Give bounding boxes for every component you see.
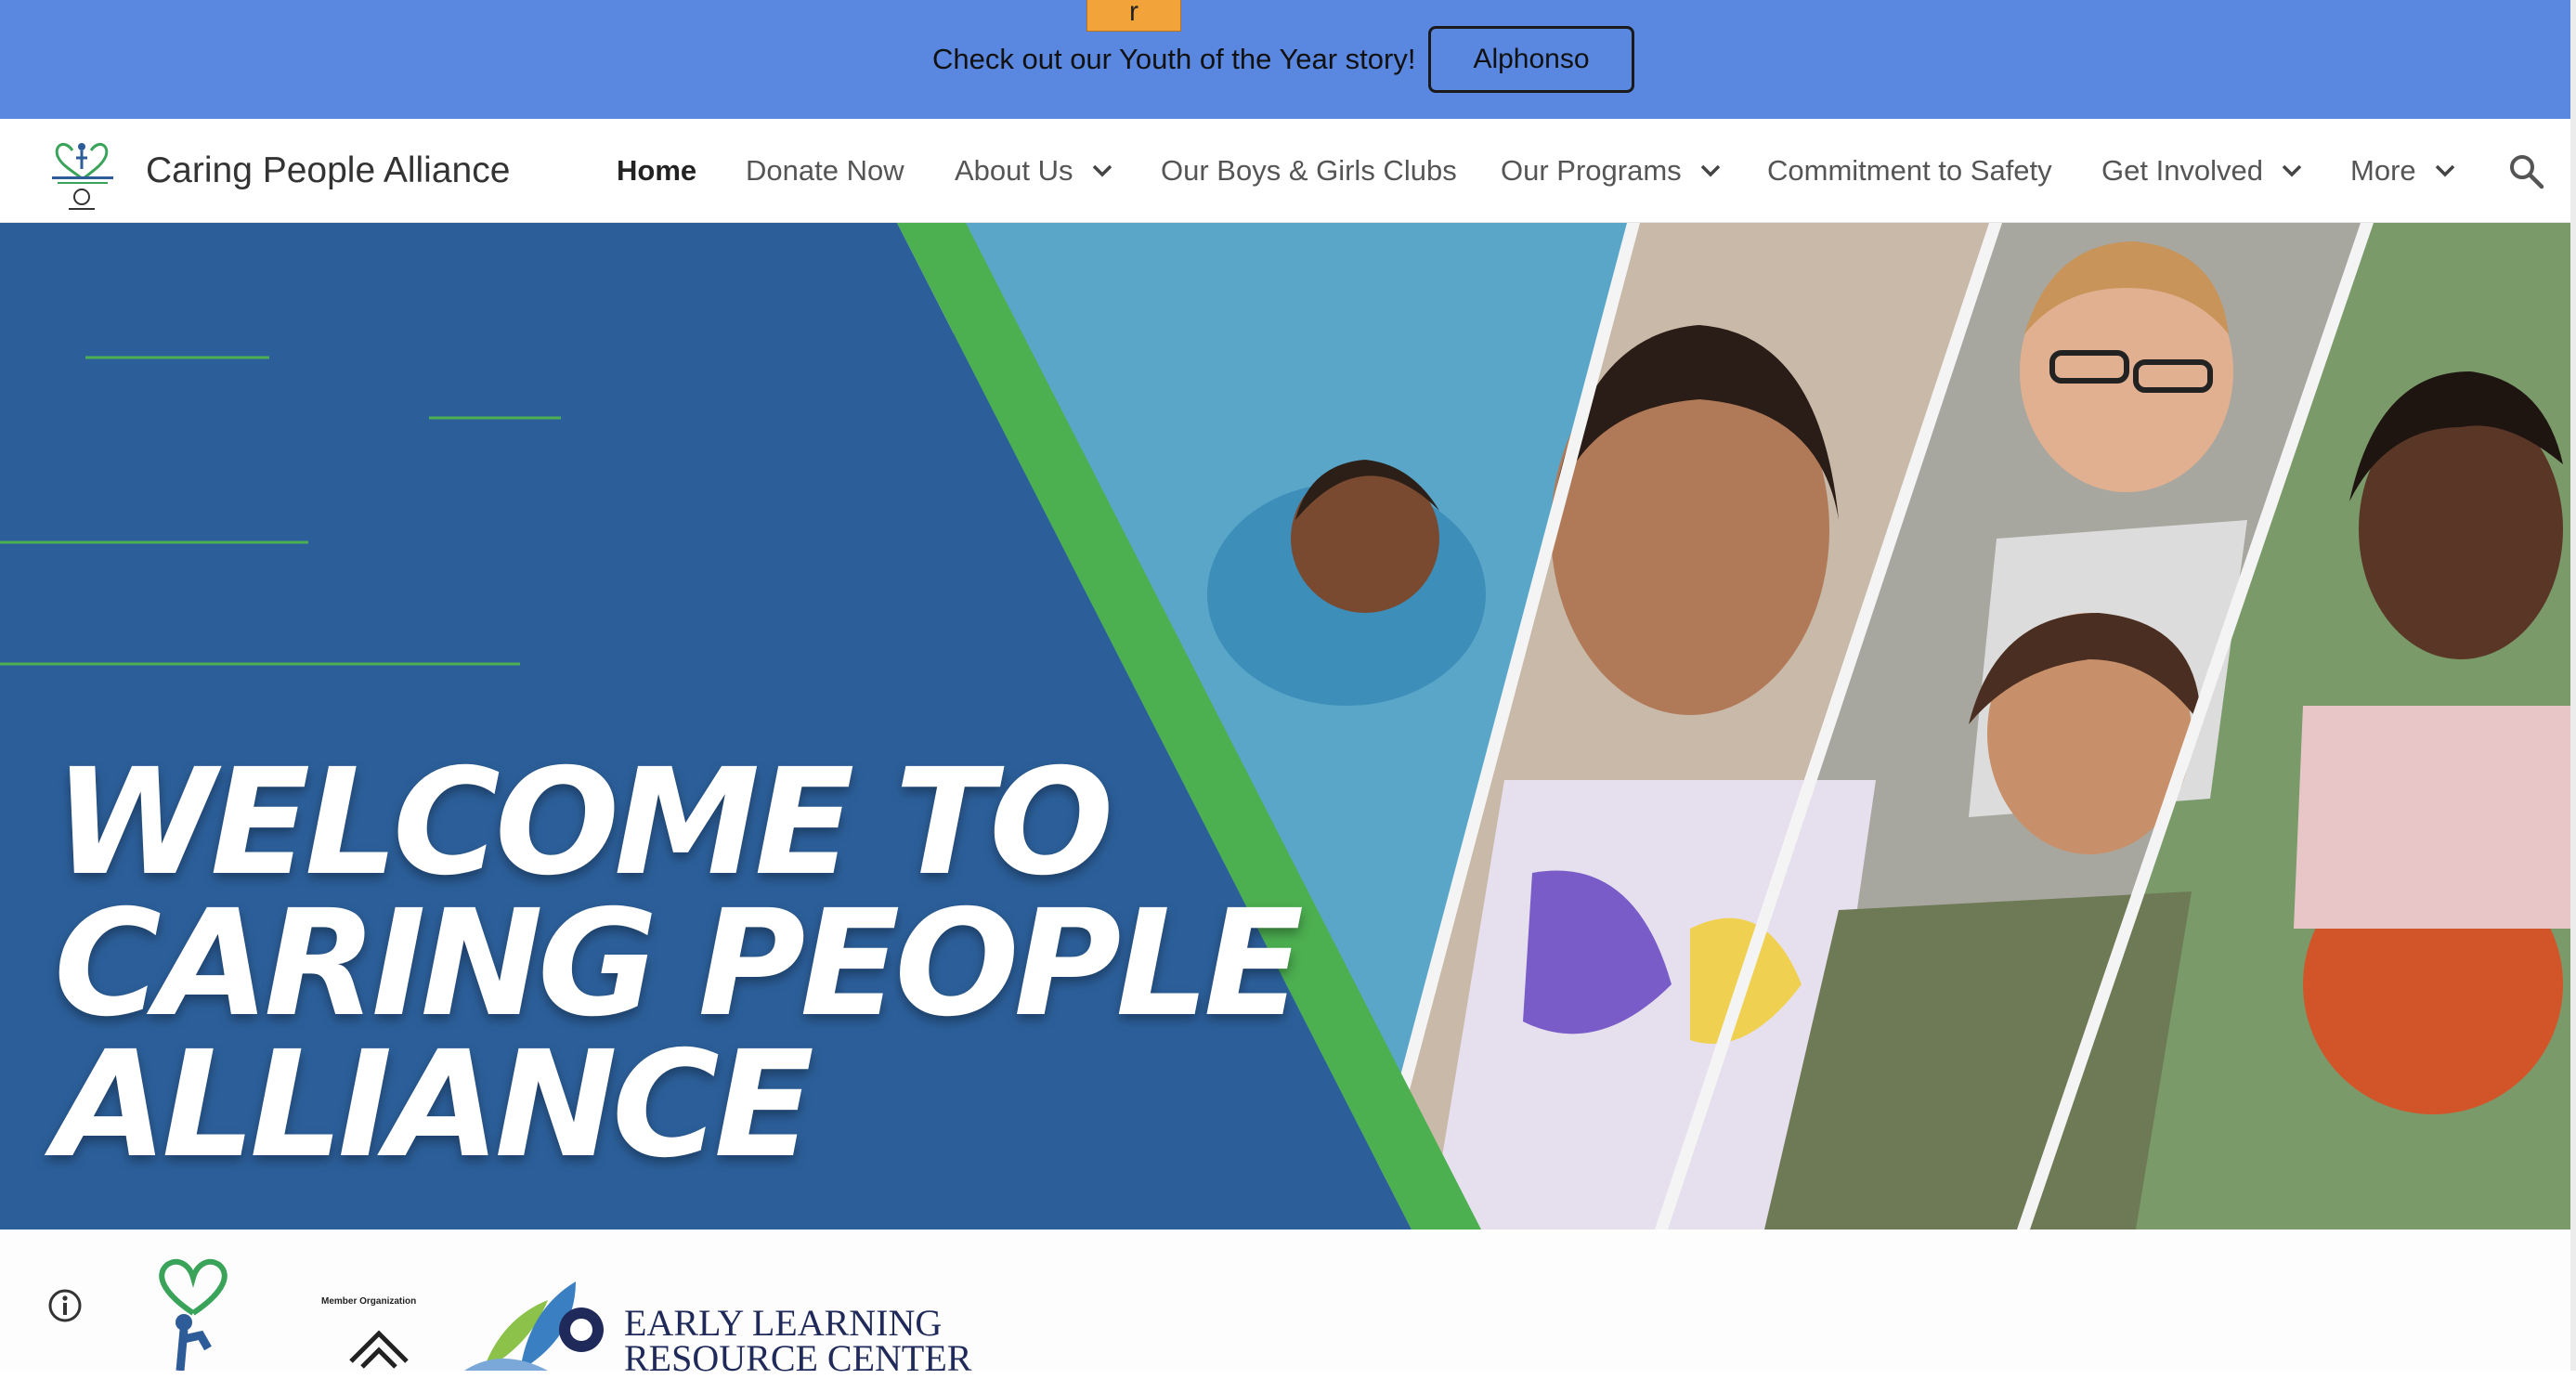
search-icon[interactable] bbox=[2507, 152, 2544, 189]
skip-to-content-tab[interactable]: r bbox=[1086, 0, 1181, 32]
info-icon[interactable] bbox=[46, 1287, 84, 1324]
nav-more-label: More bbox=[2350, 154, 2416, 187]
site-logo[interactable] bbox=[45, 130, 123, 214]
chevron-down-icon[interactable] bbox=[1700, 164, 1721, 177]
caring-people-alliance-logo[interactable] bbox=[147, 1257, 240, 1371]
partner-logos-strip: Member Organization EARLY LEARNING RESOU… bbox=[0, 1229, 2570, 1377]
nav-about-us-label: About Us bbox=[955, 154, 1073, 187]
elrc-line-1: EARLY LEARNING bbox=[624, 1302, 943, 1344]
site-header: Caring People Alliance Home Donate Now A… bbox=[0, 119, 2570, 223]
nav-about-us[interactable]: About Us bbox=[955, 147, 1112, 195]
elrc-wordmark: EARLY LEARNING RESOURCE CENTER bbox=[624, 1302, 972, 1379]
nav-get-involved-label: Get Involved bbox=[2101, 154, 2264, 187]
member-organization-label: Member Organization bbox=[321, 1296, 417, 1307]
hero-banner: WELCOME TO CARING PEOPLE ALLIANCE bbox=[0, 223, 2570, 1229]
chevron-down-icon[interactable] bbox=[1092, 164, 1112, 177]
nav-donate-now-label: Donate Now bbox=[746, 154, 904, 187]
hero-headline-line-1: WELCOME TO bbox=[54, 737, 1113, 908]
nav-get-involved[interactable]: Get Involved bbox=[2101, 147, 2302, 195]
nav-our-boys-girls-clubs-label: Our Boys & Girls Clubs bbox=[1161, 154, 1457, 187]
alphonso-button[interactable]: Alphonso bbox=[1428, 26, 1634, 93]
nav-more[interactable]: More bbox=[2350, 147, 2455, 195]
nav-home-label: Home bbox=[617, 154, 697, 187]
nav-our-programs[interactable]: Our Programs bbox=[1501, 147, 1721, 195]
nav-commitment-to-safety-label: Commitment to Safety bbox=[1767, 154, 2052, 187]
hero-headline: WELCOME TO CARING PEOPLE ALLIANCE bbox=[54, 737, 1354, 1190]
site-title[interactable]: Caring People Alliance bbox=[146, 145, 510, 197]
hero-headline-line-3: ALLIANCE bbox=[54, 1020, 814, 1190]
boys-girls-clubs-logo[interactable] bbox=[342, 1315, 416, 1371]
nav-commitment-to-safety[interactable]: Commitment to Safety bbox=[1767, 147, 2052, 195]
early-learning-resource-center-logo[interactable] bbox=[464, 1281, 622, 1371]
nav-our-boys-girls-clubs[interactable]: Our Boys & Girls Clubs bbox=[1161, 147, 1457, 195]
announcement-banner: r Check out our Youth of the Year story!… bbox=[0, 0, 2570, 119]
nav-home[interactable]: Home bbox=[617, 147, 696, 195]
page-scrollbar[interactable] bbox=[2570, 0, 2576, 1371]
nav-donate-now[interactable]: Donate Now bbox=[746, 147, 904, 195]
chevron-down-icon[interactable] bbox=[2282, 164, 2302, 177]
elrc-line-2: RESOURCE CENTER bbox=[624, 1337, 972, 1379]
nav-our-programs-label: Our Programs bbox=[1501, 154, 1682, 187]
hero-headline-line-2: CARING PEOPLE bbox=[54, 878, 1304, 1049]
chevron-down-icon[interactable] bbox=[2435, 164, 2455, 177]
banner-text: Check out our Youth of the Year story! bbox=[932, 43, 1416, 75]
